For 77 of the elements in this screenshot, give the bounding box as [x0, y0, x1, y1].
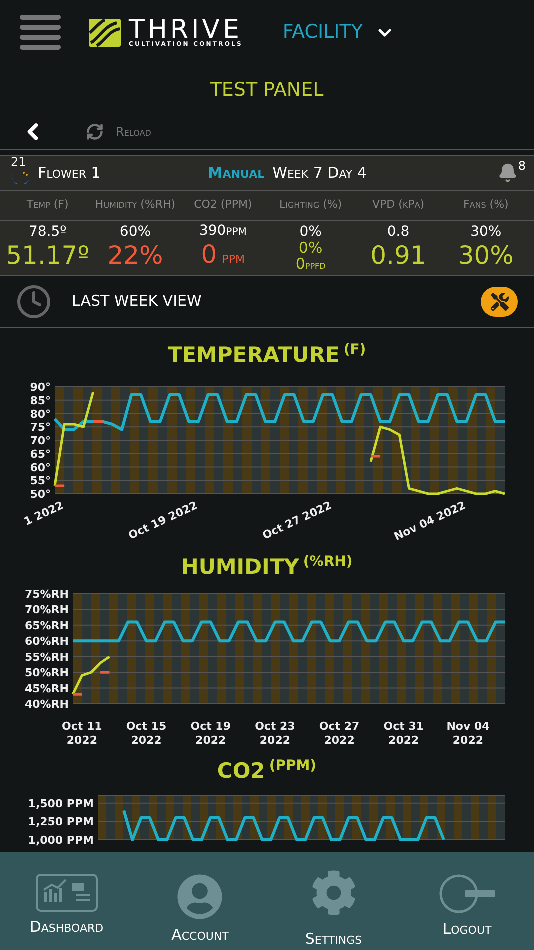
tablet-chart-icon [36, 874, 98, 912]
nav-item[interactable]: Settings [267, 852, 400, 950]
metric-value: 51.17º [6, 240, 90, 272]
setpoint-value: 78.5º [28, 224, 67, 240]
clock-icon[interactable] [16, 284, 52, 320]
metric-sub-value: 0ppfd [296, 256, 326, 272]
axis-label: Nov 04 2022 [446, 720, 490, 747]
axis-label: 90° [30, 381, 51, 394]
metric-label: VPD (kPa) [371, 197, 426, 214]
view-label: LAST WEEK VIEW [72, 291, 203, 312]
chart-unit: (%RH) [303, 553, 353, 572]
axis-label: 50%RH [24, 666, 69, 680]
axis-label: 60%RH [24, 635, 69, 648]
refresh-icon [86, 123, 104, 141]
panel-title: TEST PANEL [210, 78, 324, 103]
axis-label: 70° [30, 434, 51, 448]
axis-label: 80° [30, 408, 51, 421]
axis-label: 1,000 PPM [28, 834, 94, 847]
setpoint-value: 60% [120, 224, 152, 240]
count-label: 21 [11, 156, 26, 168]
axis-label: 65° [30, 448, 51, 461]
axis-label: 55° [30, 474, 51, 488]
metric-label: CO2 (PPM) [193, 197, 254, 214]
schedule-label: Week 7 Day 4 [272, 162, 367, 184]
power-icon [437, 874, 498, 914]
axis-label: 1,500 PPM [28, 797, 94, 810]
axis-label: 65%RH [24, 619, 69, 632]
chart-title: HUMIDITY [181, 554, 300, 581]
axis-label: Oct 11 2022 [62, 720, 102, 747]
chart-title: CO2 [217, 758, 266, 785]
facility-dropdown[interactable]: FACILITY [282, 18, 395, 47]
axis-label: 75%RH [24, 588, 69, 601]
metric-value: 0% [298, 240, 323, 256]
metric-value: 0.91 [370, 240, 426, 272]
axis-label: 40%RH [24, 698, 69, 711]
chart-unit: (PPM) [269, 757, 317, 776]
axis-label: Oct 15 2022 [126, 720, 167, 747]
nav-item[interactable]: Dashboard [0, 852, 134, 950]
chart-unit: (F) [344, 341, 366, 360]
metric-label: Temp (F) [26, 197, 70, 214]
menu-icon[interactable] [20, 15, 61, 50]
axis-label: 50° [30, 488, 51, 501]
axis-label: 75° [30, 421, 51, 434]
metric-label: Fans (%) [462, 197, 510, 214]
logo-icon [89, 18, 121, 46]
chart-title: TEMPERATURE [168, 342, 340, 369]
axis-label: Oct 27 2022 [319, 720, 360, 747]
axis-label: 1,250 PPM [28, 816, 94, 829]
axis-label: 45%RH [24, 682, 69, 696]
axis-label: Oct 19 2022 [190, 720, 232, 747]
setpoint-value: 0% [300, 224, 322, 240]
mode-label: Manual [208, 162, 265, 184]
metric-label: Lighting (%) [278, 197, 344, 214]
axis-label: Oct 23 2022 [255, 720, 296, 747]
settings-icon [310, 870, 357, 916]
setpoint-value: 30% [470, 224, 502, 240]
alert-count: 8 [518, 158, 526, 175]
axis-label: Oct 31 2022 [384, 720, 424, 747]
metric-label: Humidity (%RH) [94, 197, 177, 214]
logo-name: THRIVE [129, 18, 243, 42]
room-name: Flower 1 [38, 162, 101, 184]
axis-label: 55%RH [24, 650, 69, 664]
user-icon [177, 874, 224, 920]
setpoint-value: 390ppm [199, 222, 247, 238]
metric-value: 30% [458, 240, 514, 272]
tools-button[interactable] [481, 286, 518, 316]
axis-label: 70%RH [24, 604, 69, 617]
metric-value: 0 ppm [201, 238, 246, 270]
axis-label: 60° [30, 461, 51, 474]
bell-icon[interactable] [498, 163, 518, 183]
reload-button[interactable]: Reload [86, 123, 152, 141]
axis-label: 85° [30, 394, 51, 408]
metric-value: 22% [108, 240, 164, 272]
tools-icon [490, 292, 508, 310]
nav-item[interactable]: Logout [400, 852, 534, 950]
setpoint-value: 0.8 [387, 224, 410, 240]
nav-item[interactable]: Account [134, 852, 267, 950]
